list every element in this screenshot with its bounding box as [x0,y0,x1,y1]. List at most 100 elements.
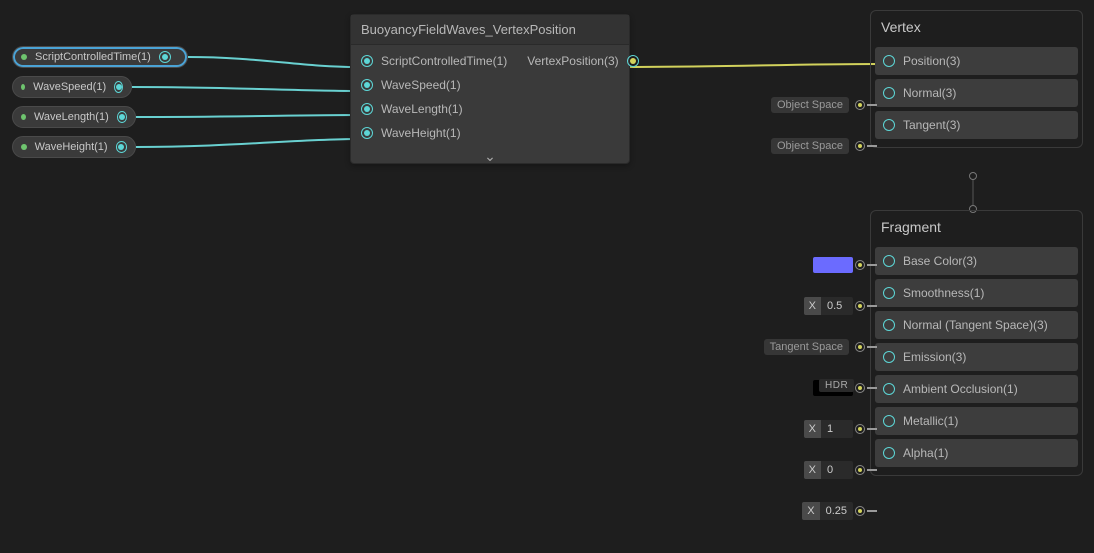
link-dot [969,172,977,180]
float-field[interactable]: X0.5 [804,297,853,315]
param-type-dot [21,144,27,150]
output-port[interactable] [114,81,123,93]
port-label: VertexPosition(3) [527,54,618,68]
slot-port[interactable] [883,351,895,363]
block-slot[interactable]: Ambient Occlusion(1) [875,375,1078,403]
output-port[interactable] [116,141,127,153]
tag-out-dot [855,260,865,270]
tag-connector [867,387,877,389]
tag-out-dot [855,383,865,393]
input-port-row[interactable]: WaveSpeed(1) [351,73,517,97]
slot-port[interactable] [883,255,895,267]
block-slot[interactable]: Position(3) [875,47,1078,75]
slot-input-tag[interactable]: X0 [804,459,877,481]
slot-port[interactable] [883,287,895,299]
output-port[interactable] [117,111,127,123]
slot-port[interactable] [883,415,895,427]
float-field[interactable]: X1 [804,420,853,438]
space-dropdown[interactable]: Object Space [771,138,849,154]
slot-label: Normal(3) [903,86,956,100]
block-slot[interactable]: Smoothness(1) [875,279,1078,307]
tag-connector [867,510,877,512]
color-swatch[interactable] [813,257,853,273]
space-dropdown[interactable]: Object Space [771,97,849,113]
slot-label: Ambient Occlusion(1) [903,382,1018,396]
float-field[interactable]: X0 [804,461,853,479]
slot-label: Metallic(1) [903,414,958,428]
param-pill[interactable]: ScriptControlledTime(1) [12,46,188,68]
slot-input-tag[interactable]: X0.5 [804,295,877,317]
input-port[interactable] [361,103,373,115]
tag-out-dot [855,465,865,475]
block-slot[interactable]: Metallic(1) [875,407,1078,435]
output-port[interactable] [627,55,639,67]
slot-input-tag[interactable]: Object Space [771,135,877,157]
slot-input-tag[interactable]: X0.25 [802,500,877,522]
tag-connector [867,305,877,307]
expand-icon[interactable]: ⌄ [351,149,629,163]
slot-port[interactable] [883,319,895,331]
port-label: WaveHeight(1) [381,126,461,140]
port-label: ScriptControlledTime(1) [381,54,507,68]
tag-out-dot [855,301,865,311]
vertex-block[interactable]: Vertex Position(3) Normal(3) Tangent(3) [870,10,1083,148]
tag-connector [867,428,877,430]
input-port[interactable] [361,55,373,67]
slot-label: Base Color(3) [903,254,977,268]
tag-connector [867,346,877,348]
input-port-row[interactable]: WaveLength(1) [351,97,517,121]
param-label: WaveHeight(1) [35,141,108,153]
tag-out-dot [855,141,865,151]
slot-label: Smoothness(1) [903,286,984,300]
block-title: Fragment [875,215,1078,243]
subgraph-node[interactable]: BuoyancyFieldWaves_VertexPosition Script… [350,14,630,164]
output-port-row[interactable]: VertexPosition(3) [517,49,648,73]
tag-out-dot [855,506,865,516]
slot-port[interactable] [883,55,895,67]
slot-input-tag[interactable] [813,254,877,276]
param-pill[interactable]: WaveHeight(1) [12,136,136,158]
space-dropdown[interactable]: Tangent Space [764,339,849,355]
slot-port[interactable] [883,447,895,459]
slot-input-tag[interactable]: Object Space [771,94,877,116]
node-title: BuoyancyFieldWaves_VertexPosition [351,15,629,45]
param-type-dot [21,84,25,90]
port-label: WaveSpeed(1) [381,78,461,92]
tag-connector [867,469,877,471]
block-slot[interactable]: Normal (Tangent Space)(3) [875,311,1078,339]
slot-label: Normal (Tangent Space)(3) [903,318,1048,332]
block-slot[interactable]: Normal(3) [875,79,1078,107]
slot-label: Tangent(3) [903,118,960,132]
input-port[interactable] [361,127,373,139]
block-slot[interactable]: Emission(3) [875,343,1078,371]
tag-connector [867,264,877,266]
tag-connector [867,145,877,147]
slot-label: Position(3) [903,54,960,68]
param-type-dot [21,54,27,60]
slot-label: Emission(3) [903,350,966,364]
input-port[interactable] [361,79,373,91]
block-slot[interactable]: Base Color(3) [875,247,1078,275]
port-label: WaveLength(1) [381,102,463,116]
slot-input-tag[interactable]: HDR [813,377,877,399]
param-pill[interactable]: WaveLength(1) [12,106,136,128]
slot-port[interactable] [883,87,895,99]
fragment-block[interactable]: Fragment Base Color(3) Smoothness(1) Norma… [870,210,1083,476]
input-port-row[interactable]: ScriptControlledTime(1) [351,49,517,73]
hdr-swatch[interactable]: HDR [813,380,853,396]
block-slot[interactable]: Alpha(1) [875,439,1078,467]
slot-input-tag[interactable]: Tangent Space [764,336,877,358]
tag-out-dot [855,342,865,352]
slot-port[interactable] [883,119,895,131]
block-title: Vertex [875,15,1078,43]
param-pill[interactable]: WaveSpeed(1) [12,76,132,98]
param-label: WaveSpeed(1) [33,81,106,93]
slot-port[interactable] [883,383,895,395]
slot-input-tag[interactable]: X1 [804,418,877,440]
float-field[interactable]: X0.25 [802,502,853,520]
input-port-row[interactable]: WaveHeight(1) [351,121,517,145]
block-slot[interactable]: Tangent(3) [875,111,1078,139]
output-port[interactable] [159,51,171,63]
shader-graph-canvas[interactable]: ScriptControlledTime(1) WaveSpeed(1) Wav… [0,0,1094,553]
tag-connector [867,104,877,106]
